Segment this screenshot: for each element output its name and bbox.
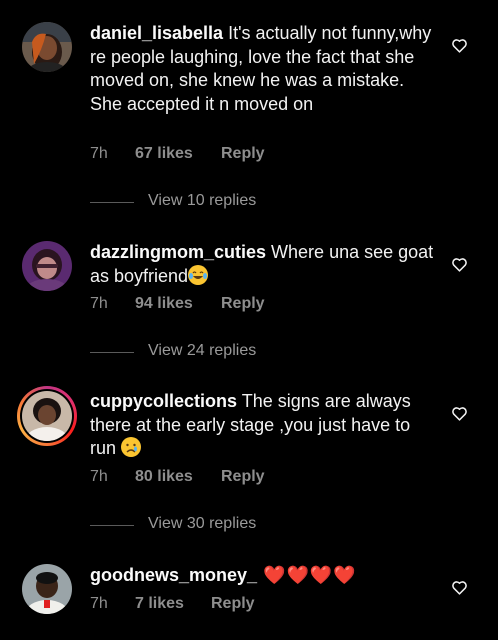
view-replies-label: View 30 replies	[148, 515, 257, 532]
replies-divider	[90, 202, 134, 203]
reply-button[interactable]: Reply	[221, 145, 265, 163]
replies-divider	[90, 352, 134, 353]
comment-text: dazzlingmom_cuties Where una see goat as…	[90, 241, 440, 288]
comment-likes[interactable]: 94 likes	[135, 295, 193, 313]
comment-text: goodnews_money_ ❤️❤️❤️❤️	[90, 564, 440, 588]
comment-username[interactable]: cuppycollections	[90, 391, 237, 411]
view-replies-label: View 10 replies	[148, 192, 257, 209]
comment-message: ❤️❤️❤️❤️	[257, 565, 357, 585]
reply-button[interactable]: Reply	[221, 468, 265, 486]
avatar[interactable]	[22, 241, 72, 291]
comment-text: cuppycollections The signs are always th…	[90, 390, 440, 461]
like-heart-icon[interactable]	[451, 579, 468, 596]
reply-button[interactable]: Reply	[211, 595, 255, 613]
comment-username[interactable]: dazzlingmom_cuties	[90, 242, 266, 262]
view-replies-label: View 24 replies	[148, 342, 257, 359]
comment-likes[interactable]: 80 likes	[135, 468, 193, 486]
avatar[interactable]	[22, 22, 72, 72]
reply-button[interactable]: Reply	[221, 295, 265, 313]
tears-of-joy-emoji-icon	[188, 264, 209, 285]
comments-list: daniel_lisabella It's actually not funny…	[0, 0, 498, 640]
comment-time: 7h	[90, 145, 108, 162]
avatar[interactable]	[22, 564, 72, 614]
comment-username[interactable]: daniel_lisabella	[90, 23, 223, 43]
avatar	[22, 391, 72, 441]
replies-divider	[90, 525, 134, 526]
crying-face-emoji-icon	[121, 437, 142, 457]
like-heart-icon[interactable]	[451, 256, 468, 273]
comment-time: 7h	[90, 295, 108, 312]
comment-text: daniel_lisabella It's actually not funny…	[90, 22, 440, 116]
comment-time: 7h	[90, 595, 108, 612]
avatar-story-ring[interactable]	[17, 386, 77, 446]
like-heart-icon[interactable]	[451, 37, 468, 54]
comment-likes[interactable]: 67 likes	[135, 145, 193, 163]
comment-time: 7h	[90, 468, 108, 485]
comment-likes[interactable]: 7 likes	[135, 595, 184, 613]
comment-username[interactable]: goodnews_money_	[90, 565, 257, 585]
like-heart-icon[interactable]	[451, 405, 468, 422]
